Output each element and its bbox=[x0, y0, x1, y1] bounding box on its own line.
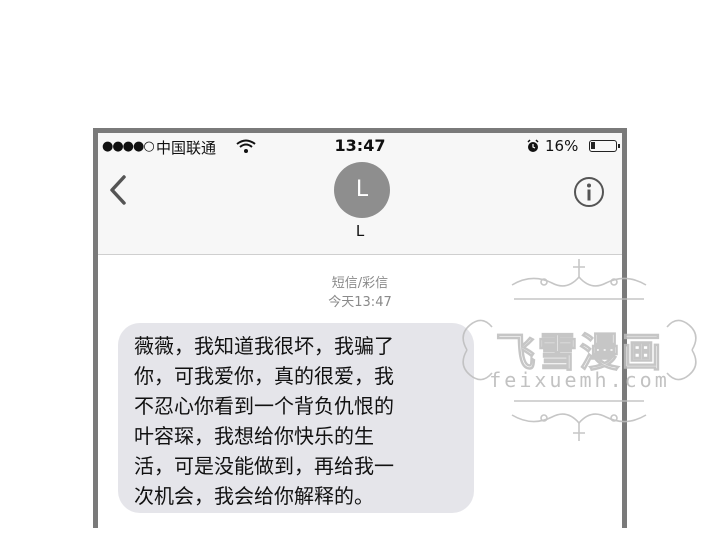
message-line: 不忍心你看到一个背负仇恨的 bbox=[134, 394, 394, 418]
received-message-bubble[interactable]: 薇薇，我知道我很坏，我骗了 你，可我爱你，真的很爱，我 不忍心你看到一个背负仇恨… bbox=[118, 323, 474, 513]
message-type-label: 短信/彩信 bbox=[331, 276, 389, 291]
phone-screen: ●●●●○ 中国联通 13:47 16% L L 短信/彩信 今天13:47 薇… bbox=[93, 128, 627, 533]
info-icon[interactable] bbox=[573, 176, 605, 208]
status-time: 13:47 bbox=[334, 136, 386, 155]
message-line: 你，可我爱你，真的很爱，我 bbox=[134, 364, 394, 388]
message-timestamp: 今天13:47 bbox=[328, 295, 392, 310]
message-line: 活，可是没能做到，再给我一 bbox=[134, 454, 394, 478]
message-line: 薇薇，我知道我很坏，我骗了 bbox=[134, 334, 394, 358]
battery-icon bbox=[589, 140, 620, 152]
message-thread: 短信/彩信 今天13:47 薇薇，我知道我很坏，我骗了 你，可我爱你，真的很爱，… bbox=[98, 255, 622, 533]
contact-avatar[interactable]: L bbox=[334, 162, 390, 218]
status-bar: ●●●●○ 中国联通 13:47 16% bbox=[98, 133, 622, 160]
back-chevron-icon[interactable] bbox=[108, 174, 128, 206]
conversation-header: L L bbox=[98, 160, 622, 255]
contact-name[interactable]: L bbox=[98, 222, 622, 240]
battery-percent: 16% bbox=[545, 137, 579, 155]
message-line: 叶容琛，我想给你快乐的生 bbox=[134, 424, 374, 448]
alarm-clock-icon bbox=[527, 139, 539, 152]
message-line: 次机会，我会给你解释的。 bbox=[134, 484, 374, 508]
